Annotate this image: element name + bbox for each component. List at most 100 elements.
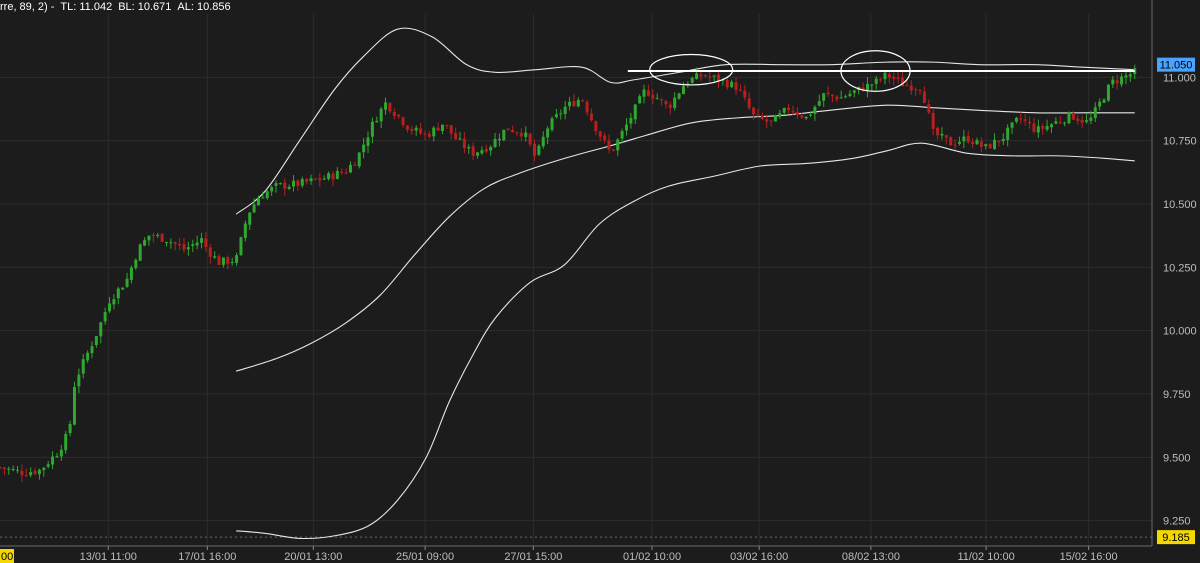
candle-body-down [743, 90, 747, 98]
candle-body-down [405, 125, 409, 130]
candle-body-up [375, 120, 379, 123]
candle-body-up [112, 299, 116, 305]
candle-body-up [467, 146, 471, 149]
candle-body-up [379, 108, 383, 122]
candle-body-down [752, 107, 756, 115]
candle-body-up [1089, 117, 1093, 121]
candle-body-down [603, 135, 607, 140]
x-tick-label: 08/02 13:00 [842, 551, 900, 563]
candle-body-up [348, 164, 352, 173]
candle-body-down [353, 164, 357, 166]
candle-body-down [208, 247, 212, 257]
candle-body-down [800, 115, 804, 118]
candle-body-down [1019, 118, 1023, 120]
candle-body-up [1120, 76, 1124, 85]
candle-body-up [29, 472, 33, 476]
candle-body-down [892, 76, 896, 79]
candle-body-down [1058, 122, 1062, 124]
candle-body-up [143, 240, 147, 246]
candle-body-up [546, 128, 550, 138]
candle-body-up [64, 433, 68, 451]
candle-body-up [962, 136, 966, 142]
candle-body-up [620, 131, 624, 139]
candle-body-up [839, 97, 843, 99]
candle-body-up [1102, 99, 1106, 103]
candle-body-down [734, 82, 738, 91]
crosshair-date-tag-text: 00 [1, 551, 13, 563]
candle-body-down [1032, 123, 1036, 132]
candle-body-up [90, 346, 94, 354]
candle-body-up [616, 139, 620, 151]
candle-body-up [554, 114, 558, 118]
candle-body-down [1041, 126, 1045, 129]
candle-body-down [756, 114, 760, 116]
candle-body-down [20, 470, 24, 476]
x-tick-label: 11/02 10:00 [957, 551, 1014, 563]
candle-body-down [944, 135, 948, 138]
candle-body-up [809, 114, 813, 116]
candle-body-up [51, 456, 55, 465]
candle-body-down [791, 111, 795, 113]
candle-body-down [953, 144, 957, 146]
candle-body-up [550, 118, 554, 130]
y-tick-label: 10.500 [1163, 199, 1197, 211]
candle-body-up [59, 449, 63, 457]
candle-body-up [432, 127, 436, 137]
x-tick-label: 13/01 11:00 [80, 551, 137, 563]
candle-body-up [278, 183, 282, 185]
candle-body-down [905, 85, 909, 87]
candle-body-down [1115, 80, 1119, 84]
candle-body-down [506, 128, 510, 131]
candle-body-down [936, 127, 940, 136]
candle-body-down [835, 96, 839, 100]
candle-body-down [436, 127, 440, 131]
candle-body-up [576, 99, 580, 107]
candle-body-up [134, 259, 138, 268]
candle-body-up [773, 115, 777, 122]
candle-body-up [497, 138, 501, 141]
candle-body-up [11, 468, 15, 470]
candle-body-down [769, 120, 773, 122]
candle-body-down [607, 140, 611, 150]
candle-body-down [397, 114, 401, 117]
price-chart[interactable]: 9.250 9.500 9.750 10.000 10.250 10.500 10.750 1… [0, 0, 1200, 563]
candle-body-down [651, 94, 655, 99]
candle-body-down [931, 112, 935, 129]
candle-body-down [922, 91, 926, 103]
candle-body-down [594, 121, 598, 132]
candle-body-down [589, 113, 593, 121]
candle-body-down [160, 233, 164, 242]
candle-body-up [817, 101, 821, 106]
candle-body-down [462, 138, 466, 149]
candle-body-down [528, 133, 532, 145]
candle-body-up [72, 386, 76, 425]
candle-body-down [708, 76, 712, 78]
candle-body-up [563, 106, 567, 114]
candle-body-up [213, 256, 217, 258]
candle-body-up [1063, 122, 1067, 124]
candle-body-down [914, 89, 918, 91]
candle-body-down [151, 235, 155, 237]
candle-body-down [760, 115, 764, 120]
y-tick-label: 9.750 [1163, 389, 1191, 401]
candle-body-down [226, 257, 230, 264]
candle-body-up [169, 242, 173, 244]
x-tick-label: 27/01 15:00 [504, 551, 562, 563]
candle-body-down [515, 132, 519, 134]
candle-body-up [804, 116, 808, 119]
candle-body-up [86, 352, 90, 361]
candle-body-up [712, 75, 716, 77]
y-tick-label: 10.000 [1163, 326, 1197, 338]
candle-body-up [116, 288, 120, 299]
candle-body-up [559, 113, 563, 115]
candle-body-down [305, 178, 309, 182]
candle-body-up [195, 242, 199, 246]
candle-body-up [1036, 126, 1040, 133]
candle-body-down [787, 107, 791, 111]
chart-background [0, 0, 1200, 563]
indicator-legend: rre, 89, 2) - TL: 11.042 BL: 10.671 AL: 10.… [0, 0, 237, 14]
candle-body-down [217, 256, 221, 265]
candle-body-down [1028, 121, 1032, 124]
candle-body-up [235, 255, 239, 263]
candle-body-up [440, 124, 444, 131]
